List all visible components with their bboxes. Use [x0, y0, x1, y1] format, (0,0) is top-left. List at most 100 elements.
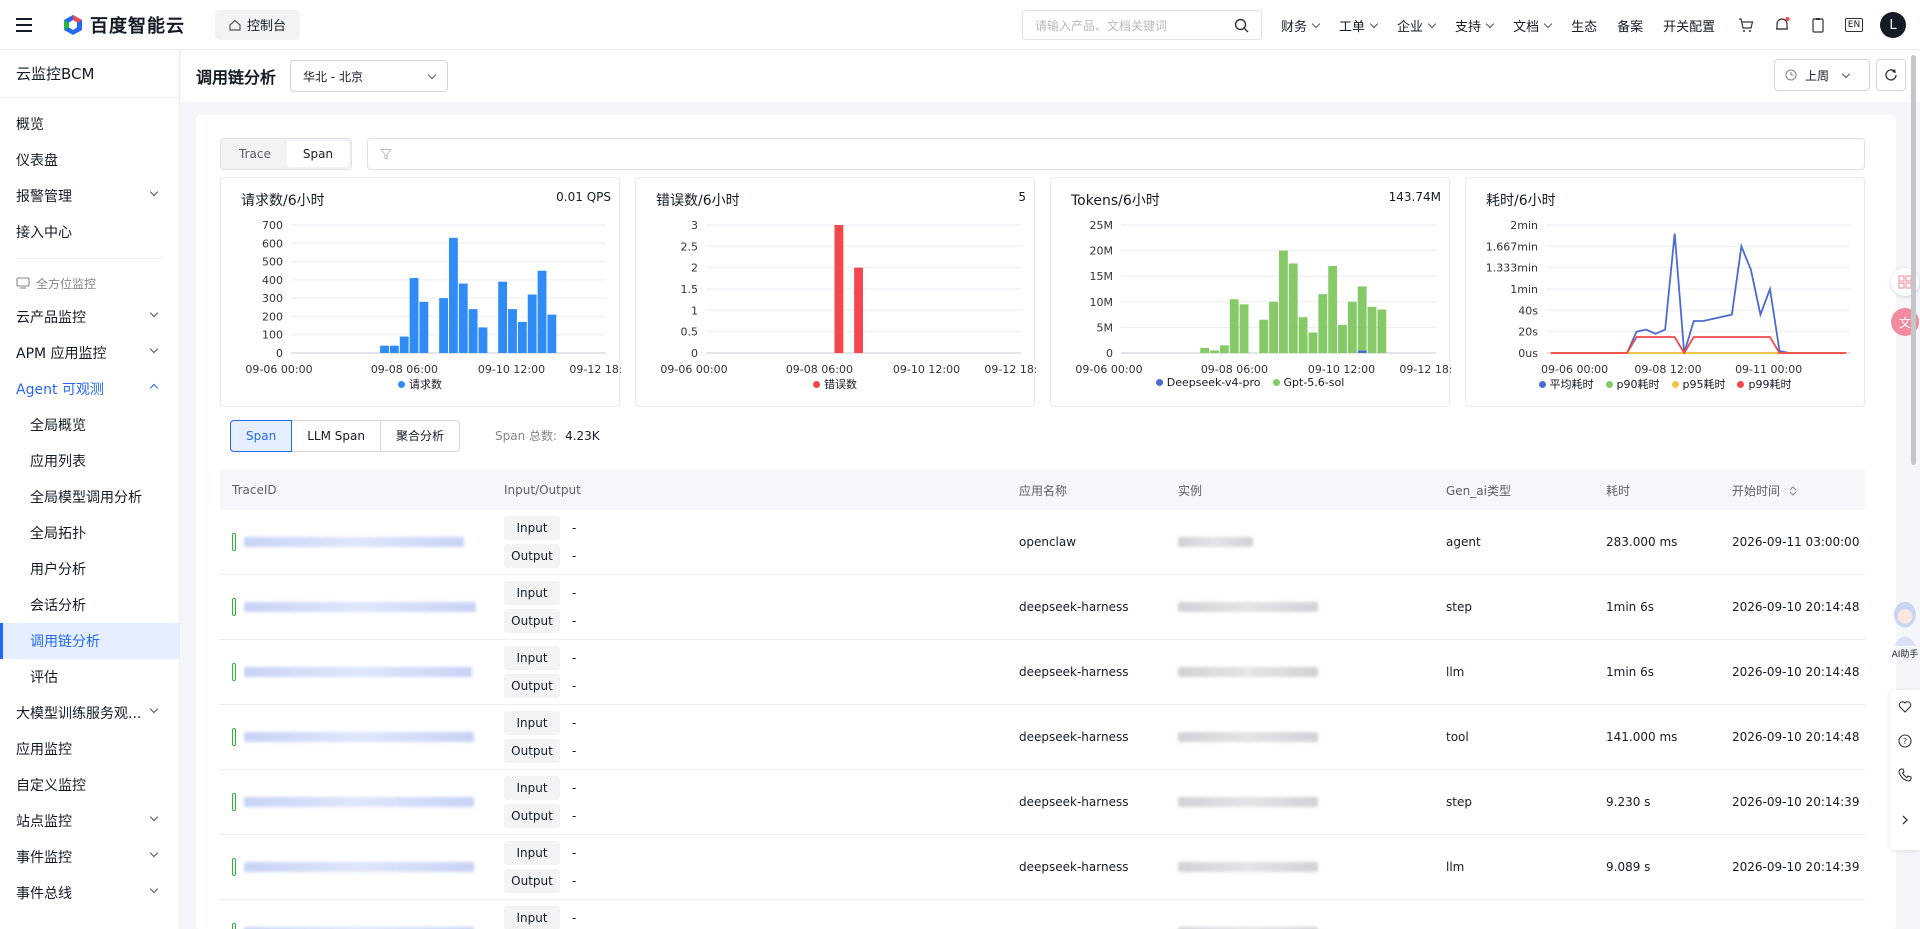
- top-nav-item[interactable]: 支持: [1455, 16, 1495, 35]
- region-select[interactable]: 华北 - 北京: [290, 60, 449, 92]
- legend-item[interactable]: p99耗时: [1737, 376, 1791, 392]
- sidebar-item[interactable]: 接入中心: [0, 214, 179, 250]
- legend-item[interactable]: p90耗时: [1605, 376, 1660, 392]
- span-tab[interactable]: Span: [230, 420, 293, 452]
- bar[interactable]: [1338, 324, 1347, 353]
- bar[interactable]: [527, 294, 537, 353]
- bell-icon[interactable]: [1773, 16, 1791, 34]
- bar[interactable]: [1200, 347, 1210, 353]
- output-tag[interactable]: Output: [504, 869, 560, 893]
- bar[interactable]: [1269, 301, 1278, 353]
- legend-item[interactable]: Deepseek-v4-pro: [1155, 376, 1261, 389]
- top-nav-item[interactable]: 企业: [1397, 16, 1437, 35]
- sidebar-item[interactable]: 仪表盘: [0, 142, 179, 178]
- sidebar-item[interactable]: 大模型训练服务观...: [0, 695, 179, 731]
- trace-id-redacted[interactable]: [244, 862, 474, 872]
- help-icon[interactable]: ?: [1898, 734, 1912, 748]
- sidebar-item[interactable]: Agent 可观测: [0, 371, 179, 407]
- sort-icon[interactable]: [1788, 485, 1798, 497]
- sidebar-subitem[interactable]: 全局概览: [0, 407, 179, 443]
- input-tag[interactable]: Input: [504, 646, 560, 670]
- bar[interactable]: [498, 281, 508, 353]
- bar[interactable]: [439, 298, 448, 353]
- bar[interactable]: [1210, 350, 1219, 353]
- sidebar-item[interactable]: 事件总线: [0, 875, 179, 911]
- bar[interactable]: [1357, 286, 1367, 351]
- trace-id-cell[interactable]: [220, 923, 492, 929]
- filter-input[interactable]: [367, 138, 1865, 170]
- bar[interactable]: [1239, 304, 1249, 353]
- sidebar-item[interactable]: 事件监控: [0, 839, 179, 875]
- bar[interactable]: [389, 345, 399, 353]
- legend-item[interactable]: 请求数: [398, 376, 442, 392]
- bar[interactable]: [380, 345, 389, 353]
- phone-icon[interactable]: [1898, 768, 1912, 782]
- table-row[interactable]: Input - Output - deepseek-harness step 1min 6s…: [220, 575, 1865, 640]
- trace-id-cell[interactable]: [220, 663, 492, 681]
- output-tag[interactable]: Output: [504, 739, 560, 763]
- bar[interactable]: [409, 278, 419, 353]
- bar[interactable]: [1308, 332, 1318, 353]
- trace-id-redacted[interactable]: [244, 732, 474, 742]
- trace-id-redacted[interactable]: [244, 797, 474, 807]
- column-header[interactable]: 开始时间: [1720, 482, 1865, 499]
- bar[interactable]: [399, 336, 409, 353]
- input-tag[interactable]: Input: [504, 841, 560, 865]
- series-line[interactable]: [1550, 233, 1847, 354]
- language-switch[interactable]: EN: [1844, 16, 1864, 34]
- bar[interactable]: [468, 309, 478, 353]
- cart-icon[interactable]: [1737, 16, 1755, 34]
- trace-id-cell[interactable]: [220, 858, 492, 876]
- clipboard-icon[interactable]: [1809, 16, 1827, 34]
- table-row[interactable]: Input-Output-: [220, 900, 1865, 929]
- bar[interactable]: [1318, 294, 1328, 353]
- table-row[interactable]: Input - Output - deepseek-harness step 9.230 s…: [220, 770, 1865, 835]
- legend-item[interactable]: Gpt-5.6-sol: [1272, 376, 1344, 389]
- sidebar-item[interactable]: 云产品监控: [0, 299, 179, 335]
- search-input[interactable]: 请输入产品、文档关键词: [1022, 10, 1262, 40]
- bar[interactable]: [419, 301, 429, 353]
- trace-id-cell[interactable]: [220, 533, 492, 551]
- search-icon[interactable]: [1234, 18, 1249, 33]
- trace-id-redacted[interactable]: [244, 667, 472, 677]
- console-button[interactable]: 控制台: [215, 9, 301, 40]
- input-tag[interactable]: Input: [504, 906, 560, 929]
- top-nav-item[interactable]: 文档: [1513, 16, 1553, 35]
- bar[interactable]: [1279, 250, 1288, 353]
- legend-item[interactable]: 错误数: [813, 376, 857, 392]
- span-tab[interactable]: LLM Span: [291, 420, 381, 452]
- sidebar-subitem[interactable]: 会话分析: [0, 587, 179, 623]
- table-row[interactable]: Input - Output - deepseek-harness llm 1min 6s 2…: [220, 640, 1865, 705]
- top-nav-item[interactable]: 开关配置: [1663, 16, 1715, 35]
- bar[interactable]: [1229, 299, 1239, 353]
- legend-item[interactable]: p95耗时: [1671, 376, 1725, 392]
- trace-id-cell[interactable]: [220, 728, 492, 746]
- sidebar-item[interactable]: APM 应用监控: [0, 335, 179, 371]
- top-nav-item[interactable]: 备案: [1617, 16, 1643, 35]
- chevron-right-icon[interactable]: [1899, 814, 1911, 826]
- trace-id-cell[interactable]: [220, 793, 492, 811]
- sidebar-item[interactable]: 报警管理: [0, 178, 179, 214]
- mode-tab[interactable]: Trace: [223, 141, 287, 167]
- trace-id-redacted[interactable]: [244, 537, 464, 547]
- sidebar-subitem[interactable]: 评估: [0, 659, 179, 695]
- trace-id-cell[interactable]: [220, 598, 492, 616]
- output-tag[interactable]: Output: [504, 804, 560, 828]
- sidebar-item[interactable]: 自定义监控: [0, 767, 179, 803]
- bar[interactable]: [449, 237, 458, 353]
- refresh-button[interactable]: [1876, 59, 1906, 91]
- sidebar-subitem[interactable]: 调用链分析: [0, 623, 179, 659]
- table-row[interactable]: Input - Output - deepseek-harness llm 9.089 s2…: [220, 835, 1865, 900]
- sidebar-item[interactable]: 站点监控: [0, 803, 179, 839]
- output-tag[interactable]: Output: [504, 674, 560, 698]
- bar[interactable]: [1298, 317, 1308, 353]
- sidebar-item[interactable]: 应用监控: [0, 731, 179, 767]
- series-line[interactable]: [1550, 336, 1847, 355]
- top-nav-item[interactable]: 财务: [1281, 16, 1321, 35]
- page-scrollbar[interactable]: [1911, 55, 1916, 465]
- avatar[interactable]: L: [1880, 12, 1906, 38]
- bar[interactable]: [834, 225, 844, 353]
- bar[interactable]: [478, 327, 488, 353]
- bar[interactable]: [537, 270, 547, 353]
- top-nav-item[interactable]: 生态: [1571, 16, 1597, 35]
